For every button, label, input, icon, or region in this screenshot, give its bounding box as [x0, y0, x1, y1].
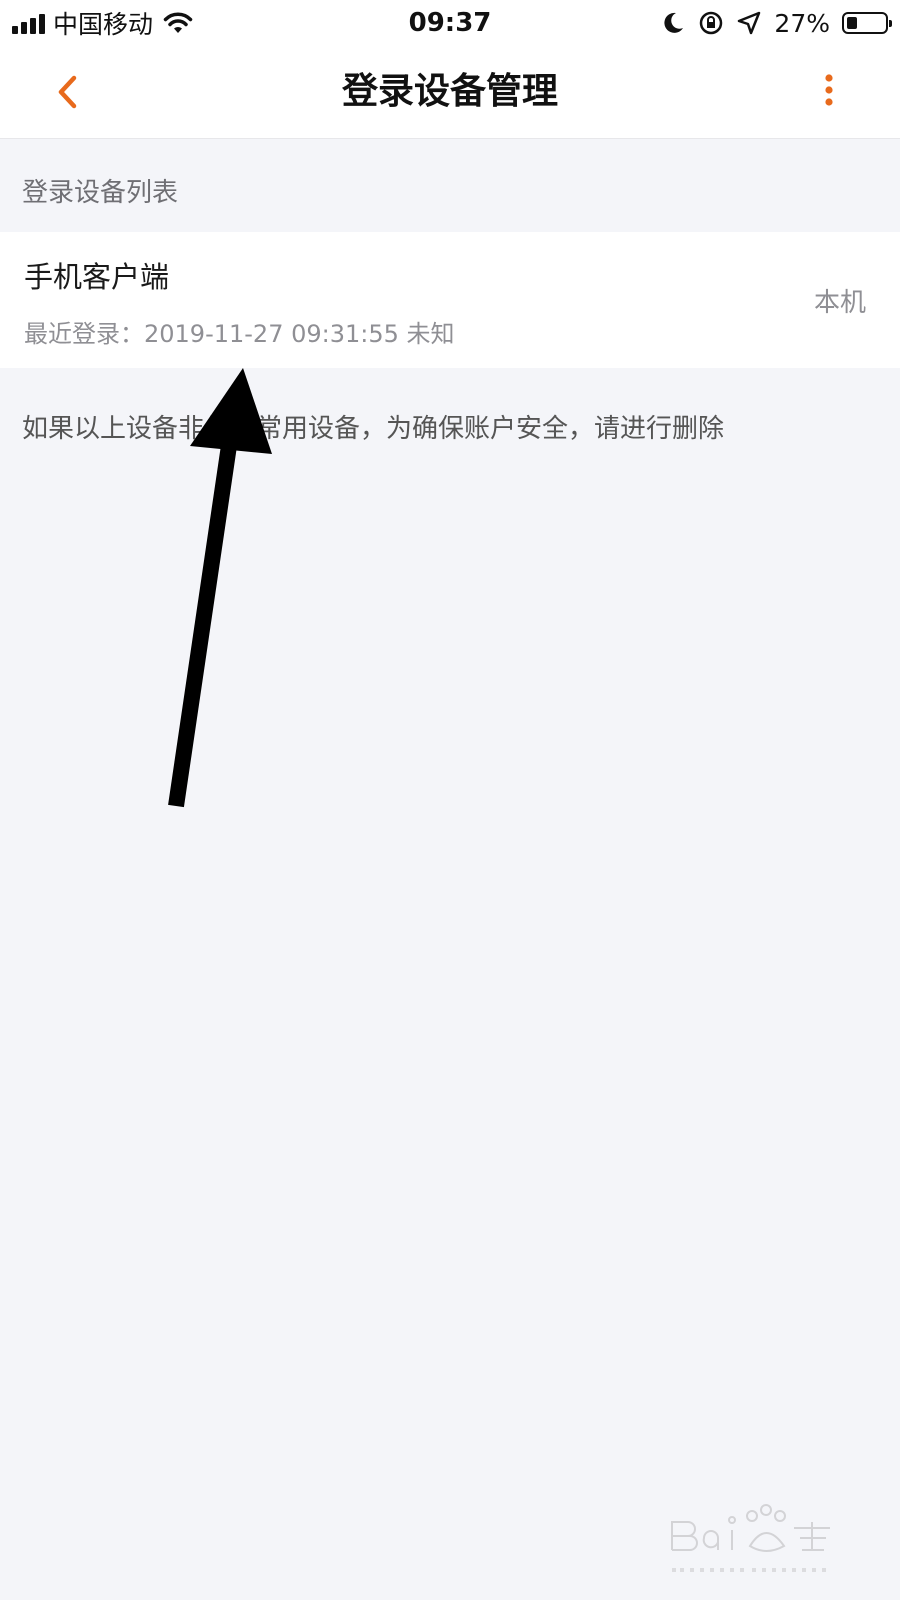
- device-last-login: 最近登录：2019-11-27 09:31:55 未知: [24, 320, 455, 348]
- battery-fill: [847, 17, 857, 29]
- status-bar: 中国移动 09:37 27%: [0, 0, 900, 46]
- device-list-item[interactable]: 手机客户端 最近登录：2019-11-27 09:31:55 未知 本机: [0, 232, 900, 368]
- device-name: 手机客户端: [24, 260, 170, 294]
- page-title: 登录设备管理: [341, 71, 558, 112]
- battery-percent: 27%: [774, 8, 830, 38]
- location-icon: [738, 11, 761, 35]
- battery-icon: [842, 12, 892, 34]
- section-header: 登录设备列表: [22, 178, 179, 208]
- nav-bar: 登录设备管理: [0, 46, 900, 139]
- baidu-jingyan-watermark: [671, 1504, 830, 1572]
- current-device-tag: 本机: [813, 288, 866, 318]
- chevron-left-icon[interactable]: [48, 70, 92, 114]
- security-notice: 如果以上设备非你的常用设备，为确保账户安全，请进行删除: [22, 414, 725, 444]
- moon-icon: [664, 12, 684, 33]
- orientation-lock-icon: [700, 11, 723, 35]
- status-bar-right: 27%: [660, 6, 892, 40]
- more-vertical-icon[interactable]: [814, 70, 844, 114]
